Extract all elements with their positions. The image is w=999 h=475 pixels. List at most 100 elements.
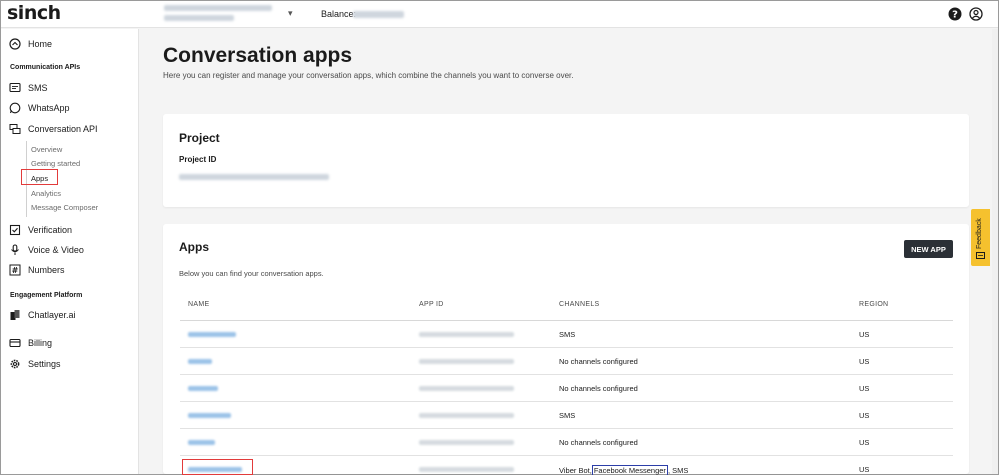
account-selector[interactable] — [164, 4, 276, 24]
svg-text:#: # — [12, 266, 19, 275]
table-header: NAME APP ID CHANNELS REGION — [180, 294, 953, 321]
app-channels: No channels configured — [559, 384, 638, 393]
apps-highlight-box — [21, 169, 58, 185]
column-header-app-id[interactable]: APP ID — [419, 301, 444, 308]
sidebar-item-label: Settings — [28, 359, 61, 369]
feedback-tab[interactable]: Feedback — [971, 209, 990, 266]
sidebar-item-voice-video[interactable]: Voice & Video — [9, 241, 84, 259]
feedback-icon — [976, 252, 985, 259]
app-id-redacted — [419, 467, 514, 472]
channel-list-end: , SMS — [667, 466, 689, 475]
sidebar-item-settings[interactable]: Settings — [9, 355, 61, 373]
app-channels: Viber Bot, Facebook Messenger, SMS — [559, 465, 688, 475]
feedback-label: Feedback — [976, 218, 983, 249]
sidebar-item-verification[interactable]: Verification — [9, 221, 72, 239]
page-subtitle: Here you can register and manage your co… — [163, 71, 574, 80]
project-id-label: Project ID — [179, 155, 217, 164]
section-communication-apis: Communication APIs — [10, 64, 81, 71]
sidebar-item-label: WhatsApp — [28, 103, 70, 113]
apps-title: Apps — [179, 240, 209, 254]
sinch-logo[interactable]: sinch — [7, 2, 61, 24]
app-name-link-redacted[interactable] — [188, 386, 218, 391]
hash-icon: # — [9, 264, 21, 276]
table-row[interactable]: No channels configured US — [180, 429, 953, 456]
app-channels: No channels configured — [559, 438, 638, 447]
sidebar-item-whatsapp[interactable]: WhatsApp — [9, 99, 70, 117]
table-row[interactable]: SMS US — [180, 402, 953, 429]
apps-card: Apps NEW APP Below you can find your con… — [163, 224, 969, 475]
account-dropdown-icon[interactable]: ▾ — [288, 8, 293, 19]
whatsapp-icon — [9, 102, 21, 114]
app-channels: No channels configured — [559, 357, 638, 366]
app-region: US — [859, 384, 870, 393]
app-name-link-redacted[interactable] — [188, 332, 236, 337]
table-row[interactable]: No channels configured US — [180, 348, 953, 375]
sidebar-item-numbers[interactable]: # Numbers — [9, 261, 65, 279]
table-row[interactable]: Viber Bot, Facebook Messenger, SMS US — [180, 456, 953, 475]
sidebar-item-label: Verification — [28, 225, 73, 235]
app-id-redacted — [419, 440, 514, 445]
app-region: US — [859, 411, 870, 420]
column-header-name[interactable]: NAME — [188, 301, 209, 308]
sidebar-item-home[interactable]: Home — [9, 35, 52, 53]
project-card: Project Project ID — [163, 114, 969, 207]
facebook-messenger-channel-highlight: Facebook Messenger — [591, 465, 668, 475]
app-name-link-redacted[interactable] — [188, 440, 215, 445]
app-name-link-redacted[interactable] — [188, 413, 231, 418]
sidebar-item-billing[interactable]: Billing — [9, 334, 52, 352]
conversation-icon — [9, 124, 21, 134]
sms-icon — [9, 82, 21, 93]
apps-description: Below you can find your conversation app… — [179, 269, 324, 278]
microphone-icon — [11, 244, 19, 255]
page-scrollbar[interactable] — [992, 29, 998, 474]
sidebar-item-conversation-api[interactable]: Conversation API — [9, 120, 98, 138]
user-account-icon[interactable] — [969, 7, 983, 21]
sidebar-item-label: Numbers — [28, 265, 65, 275]
top-bar: sinch ▾ Balance: ? — [1, 1, 998, 28]
account-name-redacted — [164, 5, 272, 11]
sidebar-subitem-message-composer[interactable]: Message Composer — [31, 203, 98, 212]
app-name-link-redacted[interactable] — [188, 359, 212, 364]
account-name-redacted-line2 — [164, 15, 234, 21]
sidebar-item-label: Voice & Video — [28, 245, 84, 255]
app-name-highlight-box — [182, 459, 253, 475]
sidebar-subitem-getting-started[interactable]: Getting started — [31, 159, 80, 168]
project-title: Project — [179, 131, 220, 145]
sidebar-item-sms[interactable]: SMS — [9, 79, 48, 97]
chatlayer-icon — [10, 310, 20, 320]
sidebar-subitem-overview[interactable]: Overview — [31, 145, 62, 154]
app-region: US — [859, 330, 870, 339]
sidebar-item-label: Chatlayer.ai — [28, 310, 76, 320]
app-region: US — [859, 438, 870, 447]
app-id-redacted — [419, 359, 514, 364]
svg-text:?: ? — [952, 10, 958, 21]
sidebar: Home Communication APIs SMS WhatsApp Con… — [1, 29, 139, 474]
balance-value-redacted — [353, 11, 404, 18]
app-id-redacted — [419, 332, 514, 337]
sidebar-item-chatlayer[interactable]: Chatlayer.ai — [9, 306, 76, 324]
app-channels: SMS — [559, 330, 576, 339]
column-header-channels[interactable]: CHANNELS — [559, 301, 600, 308]
verification-icon — [9, 224, 21, 236]
section-engagement-platform: Engagement Platform — [10, 292, 83, 299]
help-icon[interactable]: ? — [948, 7, 962, 21]
billing-icon — [9, 338, 21, 348]
new-app-button[interactable]: NEW APP — [904, 240, 953, 258]
app-region: US — [859, 357, 870, 366]
page-title: Conversation apps — [163, 44, 353, 67]
home-icon — [9, 38, 21, 50]
column-header-region[interactable]: REGION — [859, 301, 888, 308]
app-channels: SMS — [559, 411, 576, 420]
table-row[interactable]: No channels configured US — [180, 375, 953, 402]
app-id-redacted — [419, 386, 514, 391]
table-row[interactable]: SMS US — [180, 321, 953, 348]
gear-icon — [10, 359, 20, 369]
sidebar-item-label: Home — [28, 39, 53, 49]
sidebar-subitem-analytics[interactable]: Analytics — [31, 189, 61, 198]
balance-label: Balance: — [321, 9, 357, 19]
sidebar-item-label: Billing — [28, 338, 53, 348]
project-id-value-redacted — [179, 174, 329, 180]
app-id-redacted — [419, 413, 514, 418]
app-region: US — [859, 465, 870, 474]
sidebar-item-label: Conversation API — [28, 124, 98, 134]
